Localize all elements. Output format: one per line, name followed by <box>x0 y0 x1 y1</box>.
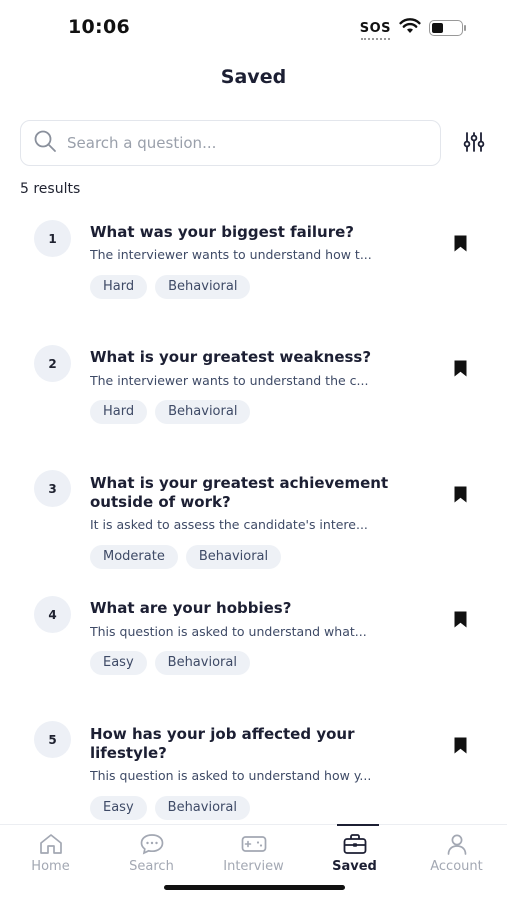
bookmark-icon <box>454 611 466 627</box>
category-tag: Behavioral <box>155 275 251 299</box>
status-bar: 10:06 SOS <box>0 0 507 56</box>
question-number: 5 <box>34 721 71 758</box>
home-icon <box>38 831 64 857</box>
question-title[interactable]: What was your biggest failure? <box>90 223 420 242</box>
question-description: This question is asked to understand how… <box>90 768 372 783</box>
question-number: 3 <box>34 470 71 507</box>
home-indicator <box>164 885 345 890</box>
tab-saved[interactable]: Saved <box>304 824 405 885</box>
search-box[interactable] <box>20 120 441 166</box>
difficulty-tag: Easy <box>90 796 147 820</box>
gamepad-icon <box>240 831 268 857</box>
category-tag: Behavioral <box>154 651 250 675</box>
bookmark-icon <box>454 235 466 251</box>
question-tags: Moderate Behavioral <box>90 545 282 569</box>
tab-label: Account <box>430 859 483 874</box>
bookmark-icon <box>454 486 466 502</box>
tab-search[interactable]: Search <box>101 825 202 885</box>
bookmark-button[interactable] <box>450 734 470 756</box>
tab-label: Saved <box>332 859 377 874</box>
bookmark-button[interactable] <box>450 232 470 254</box>
bookmark-button[interactable] <box>450 608 470 630</box>
category-tag: Behavioral <box>185 545 282 569</box>
bookmark-icon <box>454 360 466 376</box>
question-description: The interviewer wants to understand how … <box>90 247 372 262</box>
question-description: It is asked to assess the candidate's in… <box>90 517 368 532</box>
question-tags: Hard Behavioral <box>90 275 251 299</box>
question-title[interactable]: What are your hobbies? <box>90 599 420 618</box>
battery-level <box>432 23 444 33</box>
difficulty-tag: Easy <box>90 651 147 675</box>
sliders-icon <box>462 130 486 158</box>
search-icon <box>33 129 57 157</box>
status-time: 10:06 <box>68 16 130 38</box>
tab-label: Interview <box>223 859 284 874</box>
filter-button[interactable] <box>458 128 490 160</box>
briefcase-icon <box>342 831 368 857</box>
bookmark-icon <box>454 737 466 753</box>
page-title: Saved <box>220 66 287 88</box>
search-input[interactable] <box>67 134 407 152</box>
question-number: 1 <box>34 220 71 257</box>
tab-label: Search <box>129 859 174 874</box>
battery-icon <box>429 20 466 36</box>
tab-interview[interactable]: Interview <box>203 825 304 885</box>
question-tags: Easy Behavioral <box>90 651 250 675</box>
tab-account[interactable]: Account <box>406 825 507 885</box>
bookmark-button[interactable] <box>450 483 470 505</box>
question-description: The interviewer wants to understand the … <box>90 373 369 388</box>
category-tag: Behavioral <box>155 400 251 424</box>
question-description: This question is asked to understand wha… <box>90 624 367 639</box>
question-tags: Hard Behavioral <box>90 400 251 424</box>
wifi-icon <box>399 18 421 38</box>
difficulty-tag: Hard <box>90 400 148 424</box>
status-indicators: SOS <box>359 18 466 40</box>
results-count: 5 results <box>20 181 81 197</box>
tab-label: Home <box>31 859 70 874</box>
question-number: 2 <box>34 345 71 382</box>
difficulty-tag: Moderate <box>90 545 178 569</box>
category-tag: Behavioral <box>154 796 250 820</box>
question-title[interactable]: What is your greatest weakness? <box>90 348 420 367</box>
tab-home[interactable]: Home <box>0 825 101 885</box>
question-title[interactable]: What is your greatest achievement outsid… <box>90 474 420 512</box>
question-number: 4 <box>34 596 71 633</box>
user-icon <box>444 831 470 857</box>
question-tags: Easy Behavioral <box>90 796 250 820</box>
difficulty-tag: Hard <box>90 275 148 299</box>
sos-indicator: SOS <box>359 20 391 40</box>
bookmark-button[interactable] <box>450 357 470 379</box>
chat-bubble-icon <box>139 831 165 857</box>
question-title[interactable]: How has your job affected your lifestyle… <box>90 725 420 763</box>
